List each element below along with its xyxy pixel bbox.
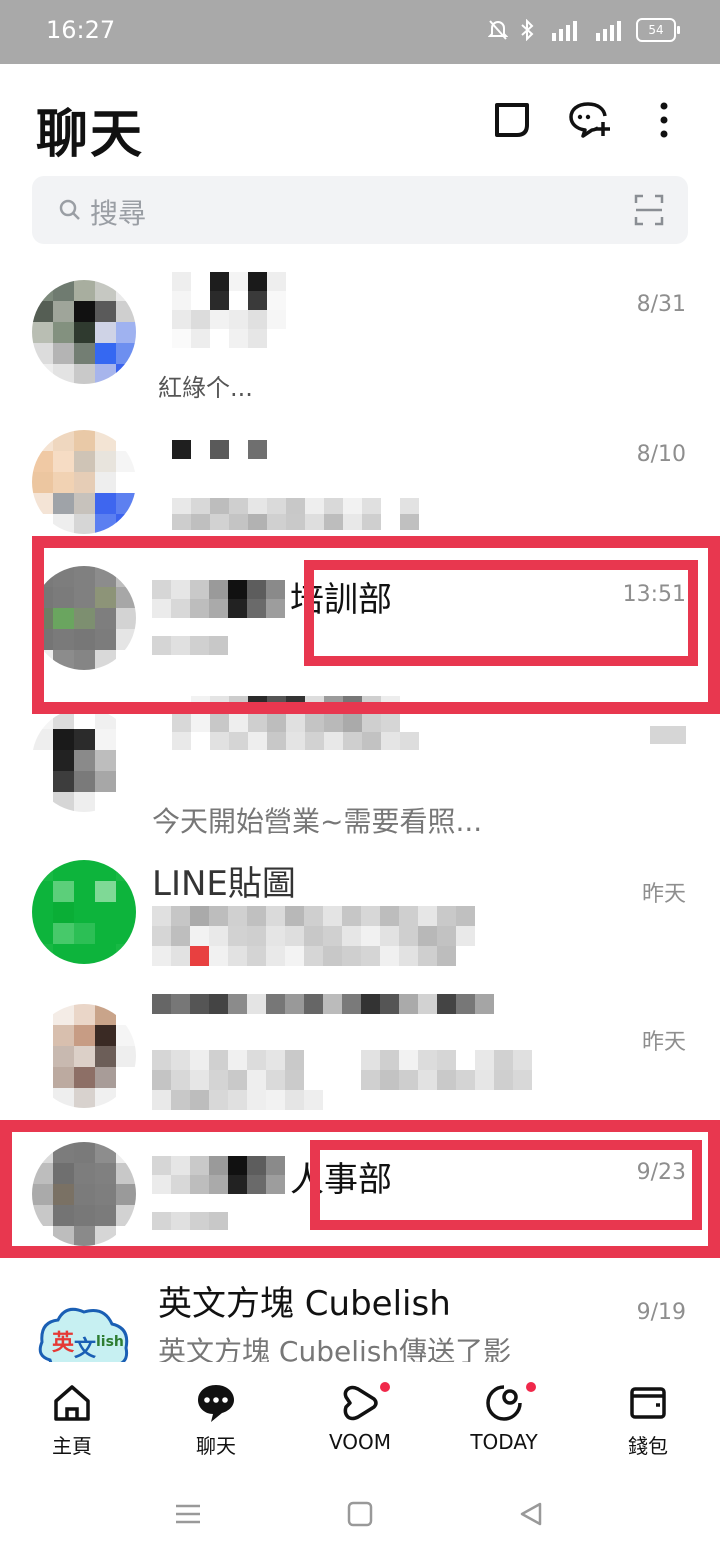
chat-preview: 紅綠个... xyxy=(158,374,253,402)
home-icon xyxy=(54,1385,90,1421)
new-chat-icon xyxy=(569,102,610,138)
chat-row[interactable]: LINE貼圖 昨天 xyxy=(0,848,720,994)
chat-icon xyxy=(198,1385,234,1422)
keep-button[interactable] xyxy=(488,96,536,144)
name-mosaic xyxy=(172,440,267,459)
status-bar: 16:27 54 xyxy=(0,0,720,64)
highlight-box-training-name xyxy=(304,560,698,666)
nav-label: TODAY xyxy=(470,1430,538,1454)
chat-time: 9/19 xyxy=(636,1300,686,1325)
chat-name: 英文方塊 Cubelish xyxy=(158,1284,451,1324)
highlight-box-hr-name xyxy=(310,1140,702,1230)
nav-label: 錢包 xyxy=(628,1434,668,1458)
battery-icon: 54 xyxy=(636,18,680,42)
svg-text:英: 英 xyxy=(52,1331,75,1356)
chat-row-cubelish[interactable]: 英 文 lish 英文方塊 Cubelish 英文方塊 Cubelish傳送了影… xyxy=(0,1260,720,1364)
chat-preview: 今天開始營業~需要看照... xyxy=(152,805,483,838)
voom-icon xyxy=(343,1385,378,1421)
menu-button[interactable] xyxy=(174,1500,202,1532)
chat-time: 昨天 xyxy=(641,882,686,907)
avatar-cubelish: 英 文 lish xyxy=(32,1282,136,1364)
header: 聊天 xyxy=(0,64,720,176)
mute-bell-icon xyxy=(488,20,508,40)
chat-preview: 英文方塊 Cubelish傳送了影 xyxy=(158,1335,512,1364)
name-mosaic xyxy=(152,994,494,1014)
chat-time-mosaic xyxy=(650,726,686,744)
name-mosaic xyxy=(172,272,286,348)
system-nav-bar xyxy=(0,1474,720,1560)
svg-text:文: 文 xyxy=(74,1336,97,1362)
status-icons: 54 xyxy=(488,18,680,42)
status-time: 16:27 xyxy=(46,16,116,44)
chat-time: 昨天 xyxy=(641,1030,686,1055)
more-vertical-icon xyxy=(660,102,668,138)
back-triangle-icon xyxy=(520,1502,542,1526)
today-badge xyxy=(526,1382,536,1392)
chat-row[interactable]: 今天開始營業~需要看照... xyxy=(0,696,720,848)
page-title: 聊天 xyxy=(36,105,145,165)
bottom-nav: 主頁 聊天 VOOM TODAY 錢包 xyxy=(0,1362,720,1474)
search-input[interactable]: 搜尋 xyxy=(90,192,146,232)
signal-icon xyxy=(596,21,621,41)
avatar xyxy=(32,280,136,384)
new-chat-button[interactable] xyxy=(566,96,614,144)
avatar xyxy=(32,708,136,812)
chat-row[interactable]: 8/31 紅綠个... xyxy=(0,256,720,402)
bluetooth-icon xyxy=(521,19,534,41)
search-icon xyxy=(59,199,80,220)
svg-text:lish: lish xyxy=(96,1334,124,1350)
today-icon xyxy=(486,1385,522,1421)
nav-today[interactable]: TODAY xyxy=(444,1382,564,1454)
preview-mosaic xyxy=(172,498,419,530)
nav-label: 主頁 xyxy=(52,1434,92,1458)
wallet-icon xyxy=(630,1387,666,1419)
preview-mosaic xyxy=(152,1050,551,1110)
chat-time: 8/10 xyxy=(636,442,686,467)
home-nav-button[interactable] xyxy=(346,1500,374,1532)
voom-badge xyxy=(380,1382,390,1392)
chat-row[interactable]: 昨天 xyxy=(0,994,720,1140)
nav-voom[interactable]: VOOM xyxy=(300,1382,420,1454)
qr-scan-icon xyxy=(634,194,664,226)
avatar xyxy=(32,860,136,964)
chat-time: 8/31 xyxy=(636,292,686,317)
chat-name: LINE貼圖 xyxy=(152,864,296,904)
square-icon xyxy=(347,1501,373,1527)
nav-chat[interactable]: 聊天 xyxy=(156,1382,276,1459)
back-button[interactable] xyxy=(518,1500,546,1532)
menu-icon xyxy=(176,1504,200,1524)
signal-4g-icon xyxy=(552,21,577,41)
search-bar[interactable]: 搜尋 xyxy=(32,176,688,244)
nav-label: 聊天 xyxy=(196,1434,236,1458)
chat-row[interactable]: 8/10 xyxy=(0,406,720,550)
keep-icon xyxy=(495,103,529,137)
nav-label: VOOM xyxy=(328,1430,392,1454)
nav-home[interactable]: 主頁 xyxy=(12,1382,132,1459)
preview-mosaic xyxy=(152,906,494,966)
nav-wallet[interactable]: 錢包 xyxy=(588,1382,708,1459)
more-options-button[interactable] xyxy=(640,96,688,144)
avatar xyxy=(32,430,136,534)
avatar xyxy=(32,1004,136,1108)
